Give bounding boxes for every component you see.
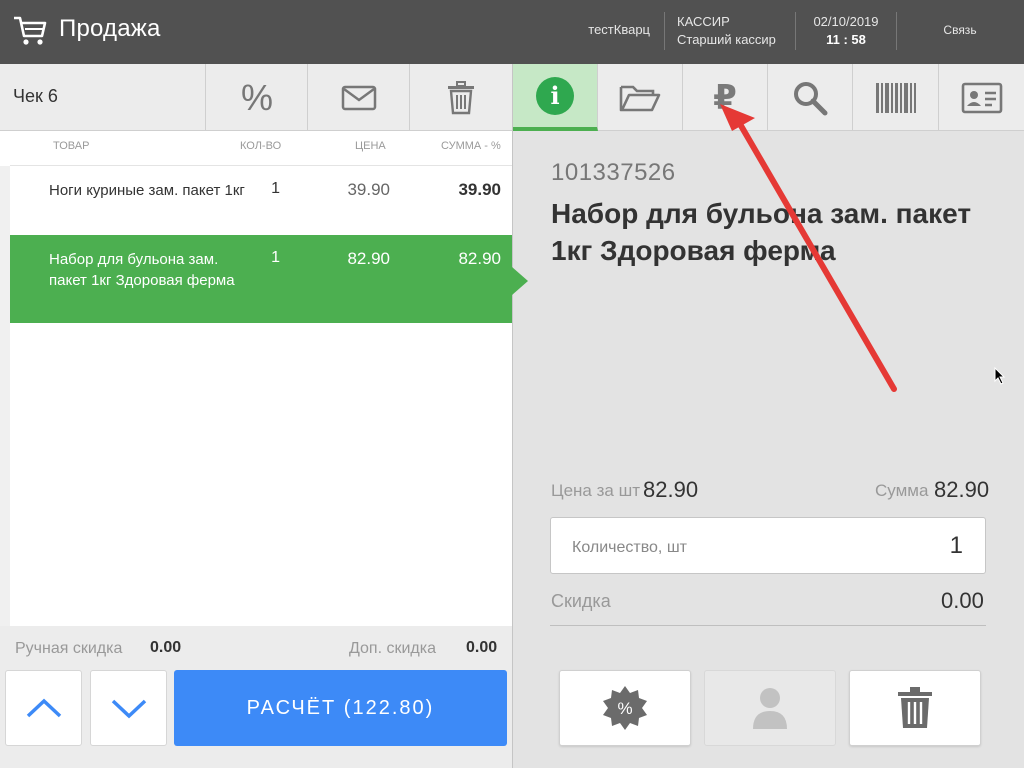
page-title: Продажа (59, 15, 161, 42)
date-time: 02/10/2019 11 : 58 (796, 13, 896, 49)
app-header: Продажа тестКварц КАССИР Старший кассир … (0, 0, 1024, 64)
current-date: 02/10/2019 (813, 14, 879, 29)
discount-value: 0.00 (941, 588, 984, 613)
column-sum: СУММА - % (441, 140, 501, 152)
shop-name: тестКварц (588, 22, 650, 37)
item-name: Набор для бульона зам. пакет 1кг Здорова… (49, 251, 235, 289)
column-qty: КОЛ-ВО (240, 140, 282, 152)
extra-discount-value: 0.00 (466, 639, 498, 656)
receipt-panel: Чек 6 % ТОВАР КОЛ-ВО ЦЕНА СУММА - % Ноги… (0, 64, 512, 768)
sum-label: Сумма (875, 481, 929, 500)
tab-price[interactable]: ₽ (683, 64, 768, 131)
quantity-field[interactable]: Количество, шт 1 (550, 517, 986, 574)
item-barcode: 101337526 (551, 159, 676, 186)
discount-badge-icon: % (603, 686, 647, 730)
envelope-icon (341, 85, 377, 110)
tab-open[interactable] (598, 64, 683, 131)
scroll-up-button[interactable] (5, 670, 82, 746)
receipt-footer: Ручная скидка 0.00 Доп. скидка 0.00 РАСЧ… (0, 626, 512, 768)
chevron-down-icon (111, 699, 146, 719)
extra-discount-label: Доп. скидка (349, 640, 436, 657)
mouse-cursor-icon (994, 367, 1006, 385)
divider (550, 625, 986, 626)
cashier-role: КАССИР (677, 14, 730, 29)
unit-price-label: Цена за шт (551, 481, 640, 500)
table-row[interactable]: Ноги куриные зам. пакет 1кг 1 39.90 39.9… (10, 166, 512, 235)
manual-discount-value: 0.00 (150, 639, 182, 656)
quantity-value: 1 (949, 532, 963, 559)
receipt-items: Ноги куриные зам. пакет 1кг 1 39.90 39.9… (0, 165, 512, 626)
item-title: Набор для бульона зам. пакет 1кг Здорова… (551, 198, 972, 266)
cart-icon (14, 16, 47, 45)
cashier-name: Старший кассир (677, 32, 776, 47)
cashier-info: КАССИР Старший кассир (677, 13, 776, 49)
chevron-up-icon (26, 698, 61, 718)
svg-text:%: % (617, 699, 632, 718)
manual-discount-label: Ручная скидка (15, 640, 123, 657)
item-price: 39.90 (347, 180, 390, 199)
ruble-icon: ₽ (713, 77, 737, 118)
id-card-icon (961, 82, 1003, 113)
search-icon (794, 81, 828, 115)
info-icon: i (536, 76, 574, 115)
pay-button[interactable]: РАСЧЁТ (122.80) (174, 670, 507, 746)
quantity-label: Количество, шт (572, 539, 687, 556)
selection-pointer (512, 267, 528, 295)
folder-icon (619, 85, 661, 111)
sum-value: 82.90 (934, 477, 990, 502)
table-row-selected[interactable]: Набор для бульона зам. пакет 1кг Здорова… (10, 235, 512, 323)
discount-label: Скидка (551, 591, 611, 611)
clear-receipt-button[interactable] (409, 64, 512, 131)
person-icon (753, 688, 787, 729)
email-button[interactable] (307, 64, 410, 131)
item-qty: 1 (271, 249, 280, 266)
barcode-icon (875, 82, 916, 113)
item-sum: 39.90 (458, 180, 501, 199)
delete-item-button[interactable] (849, 670, 981, 746)
item-details-panel: i ₽ 101337526 Набор для бульона зам. пак… (512, 64, 1024, 768)
tab-info[interactable]: i (513, 64, 598, 131)
tab-customer-card[interactable] (939, 64, 1024, 131)
trash-icon (448, 80, 474, 114)
assign-seller-button[interactable] (704, 670, 836, 746)
current-time: 11 : 58 (826, 32, 866, 47)
unit-price-value: 82.90 (643, 477, 699, 502)
column-product: ТОВАР (53, 140, 90, 152)
item-discount-button[interactable]: % (559, 670, 691, 746)
receipt-title: Чек 6 (13, 86, 58, 106)
item-sum: 82.90 (458, 249, 501, 268)
tab-barcode[interactable] (853, 64, 939, 131)
tab-search[interactable] (768, 64, 853, 131)
percent-icon: % (240, 76, 273, 118)
scroll-down-button[interactable] (90, 670, 167, 746)
receipt-toolbar: Чек 6 % (0, 64, 512, 131)
trash-icon (898, 687, 932, 728)
discount-button[interactable]: % (205, 64, 308, 131)
item-name: Ноги куриные зам. пакет 1кг (49, 182, 245, 199)
item-price: 82.90 (347, 249, 390, 268)
header-divider (664, 12, 665, 50)
header-divider (896, 12, 897, 50)
connection-link[interactable]: Связь (935, 23, 985, 37)
column-price: ЦЕНА (355, 140, 386, 152)
details-toolbar: i ₽ (513, 64, 1024, 131)
item-qty: 1 (271, 180, 280, 197)
